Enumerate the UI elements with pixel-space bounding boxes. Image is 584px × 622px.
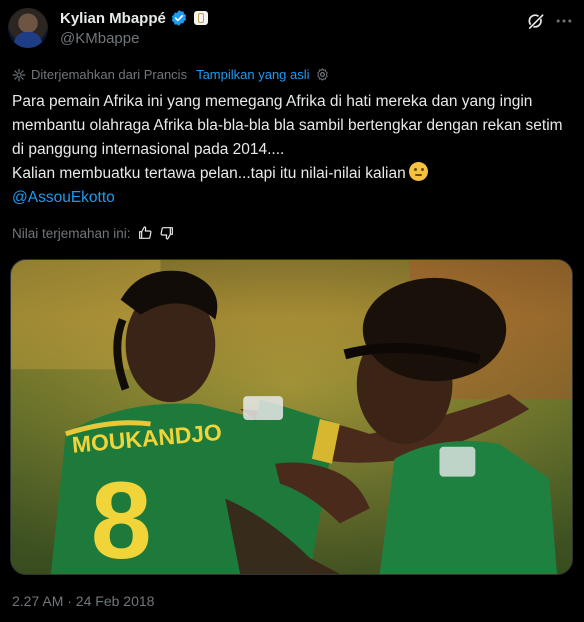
tweet-timestamp[interactable]: 2.27 AM · 24 Feb 2018: [12, 593, 154, 609]
more-options-icon[interactable]: [554, 11, 574, 31]
translation-notice: Diterjemahkan dari Prancis: [31, 67, 188, 82]
translation-rating-label: Nilai terjemahan ini:: [12, 225, 131, 241]
translation-notice-row: Diterjemahkan dari Prancis Tampilkan yan…: [12, 67, 330, 82]
tweet-text-paragraph-2: Kalian membuatku tertawa pelan...tapi it…: [12, 165, 406, 182]
football-players-photo: MOUKANDJO 8: [11, 260, 572, 574]
tweet-text-paragraph-1: Para pemain Afrika ini yang memegang Afr…: [12, 93, 563, 158]
translation-rating-row: Nilai terjemahan ini:: [12, 225, 175, 241]
real-madrid-crest-icon[interactable]: [193, 11, 208, 25]
show-original-link[interactable]: Tampilkan yang asli: [196, 67, 309, 82]
settings-icon[interactable]: [315, 67, 330, 82]
tweet-photo[interactable]: MOUKANDJO 8: [10, 259, 573, 575]
mention-link[interactable]: @AssouEkotto: [12, 189, 115, 206]
tweet-text: Para pemain Afrika ini yang memegang Afr…: [12, 90, 572, 210]
grok-icon[interactable]: [526, 11, 546, 31]
thumbs-up-icon[interactable]: [137, 225, 153, 241]
author-display-name[interactable]: Kylian Mbappé: [60, 10, 166, 27]
author-name-row: Kylian Mbappé: [60, 9, 208, 27]
jersey-number: 8: [91, 460, 152, 574]
thinking-face-emoji-icon: [408, 162, 428, 181]
gear-icon: [12, 68, 26, 81]
verified-badge-icon: [171, 10, 186, 26]
avatar[interactable]: [8, 8, 48, 48]
author-handle[interactable]: @KMbappe: [60, 30, 139, 47]
thumbs-down-icon[interactable]: [159, 225, 175, 241]
tweet-header: Kylian Mbappé @KMbappe: [8, 8, 576, 52]
